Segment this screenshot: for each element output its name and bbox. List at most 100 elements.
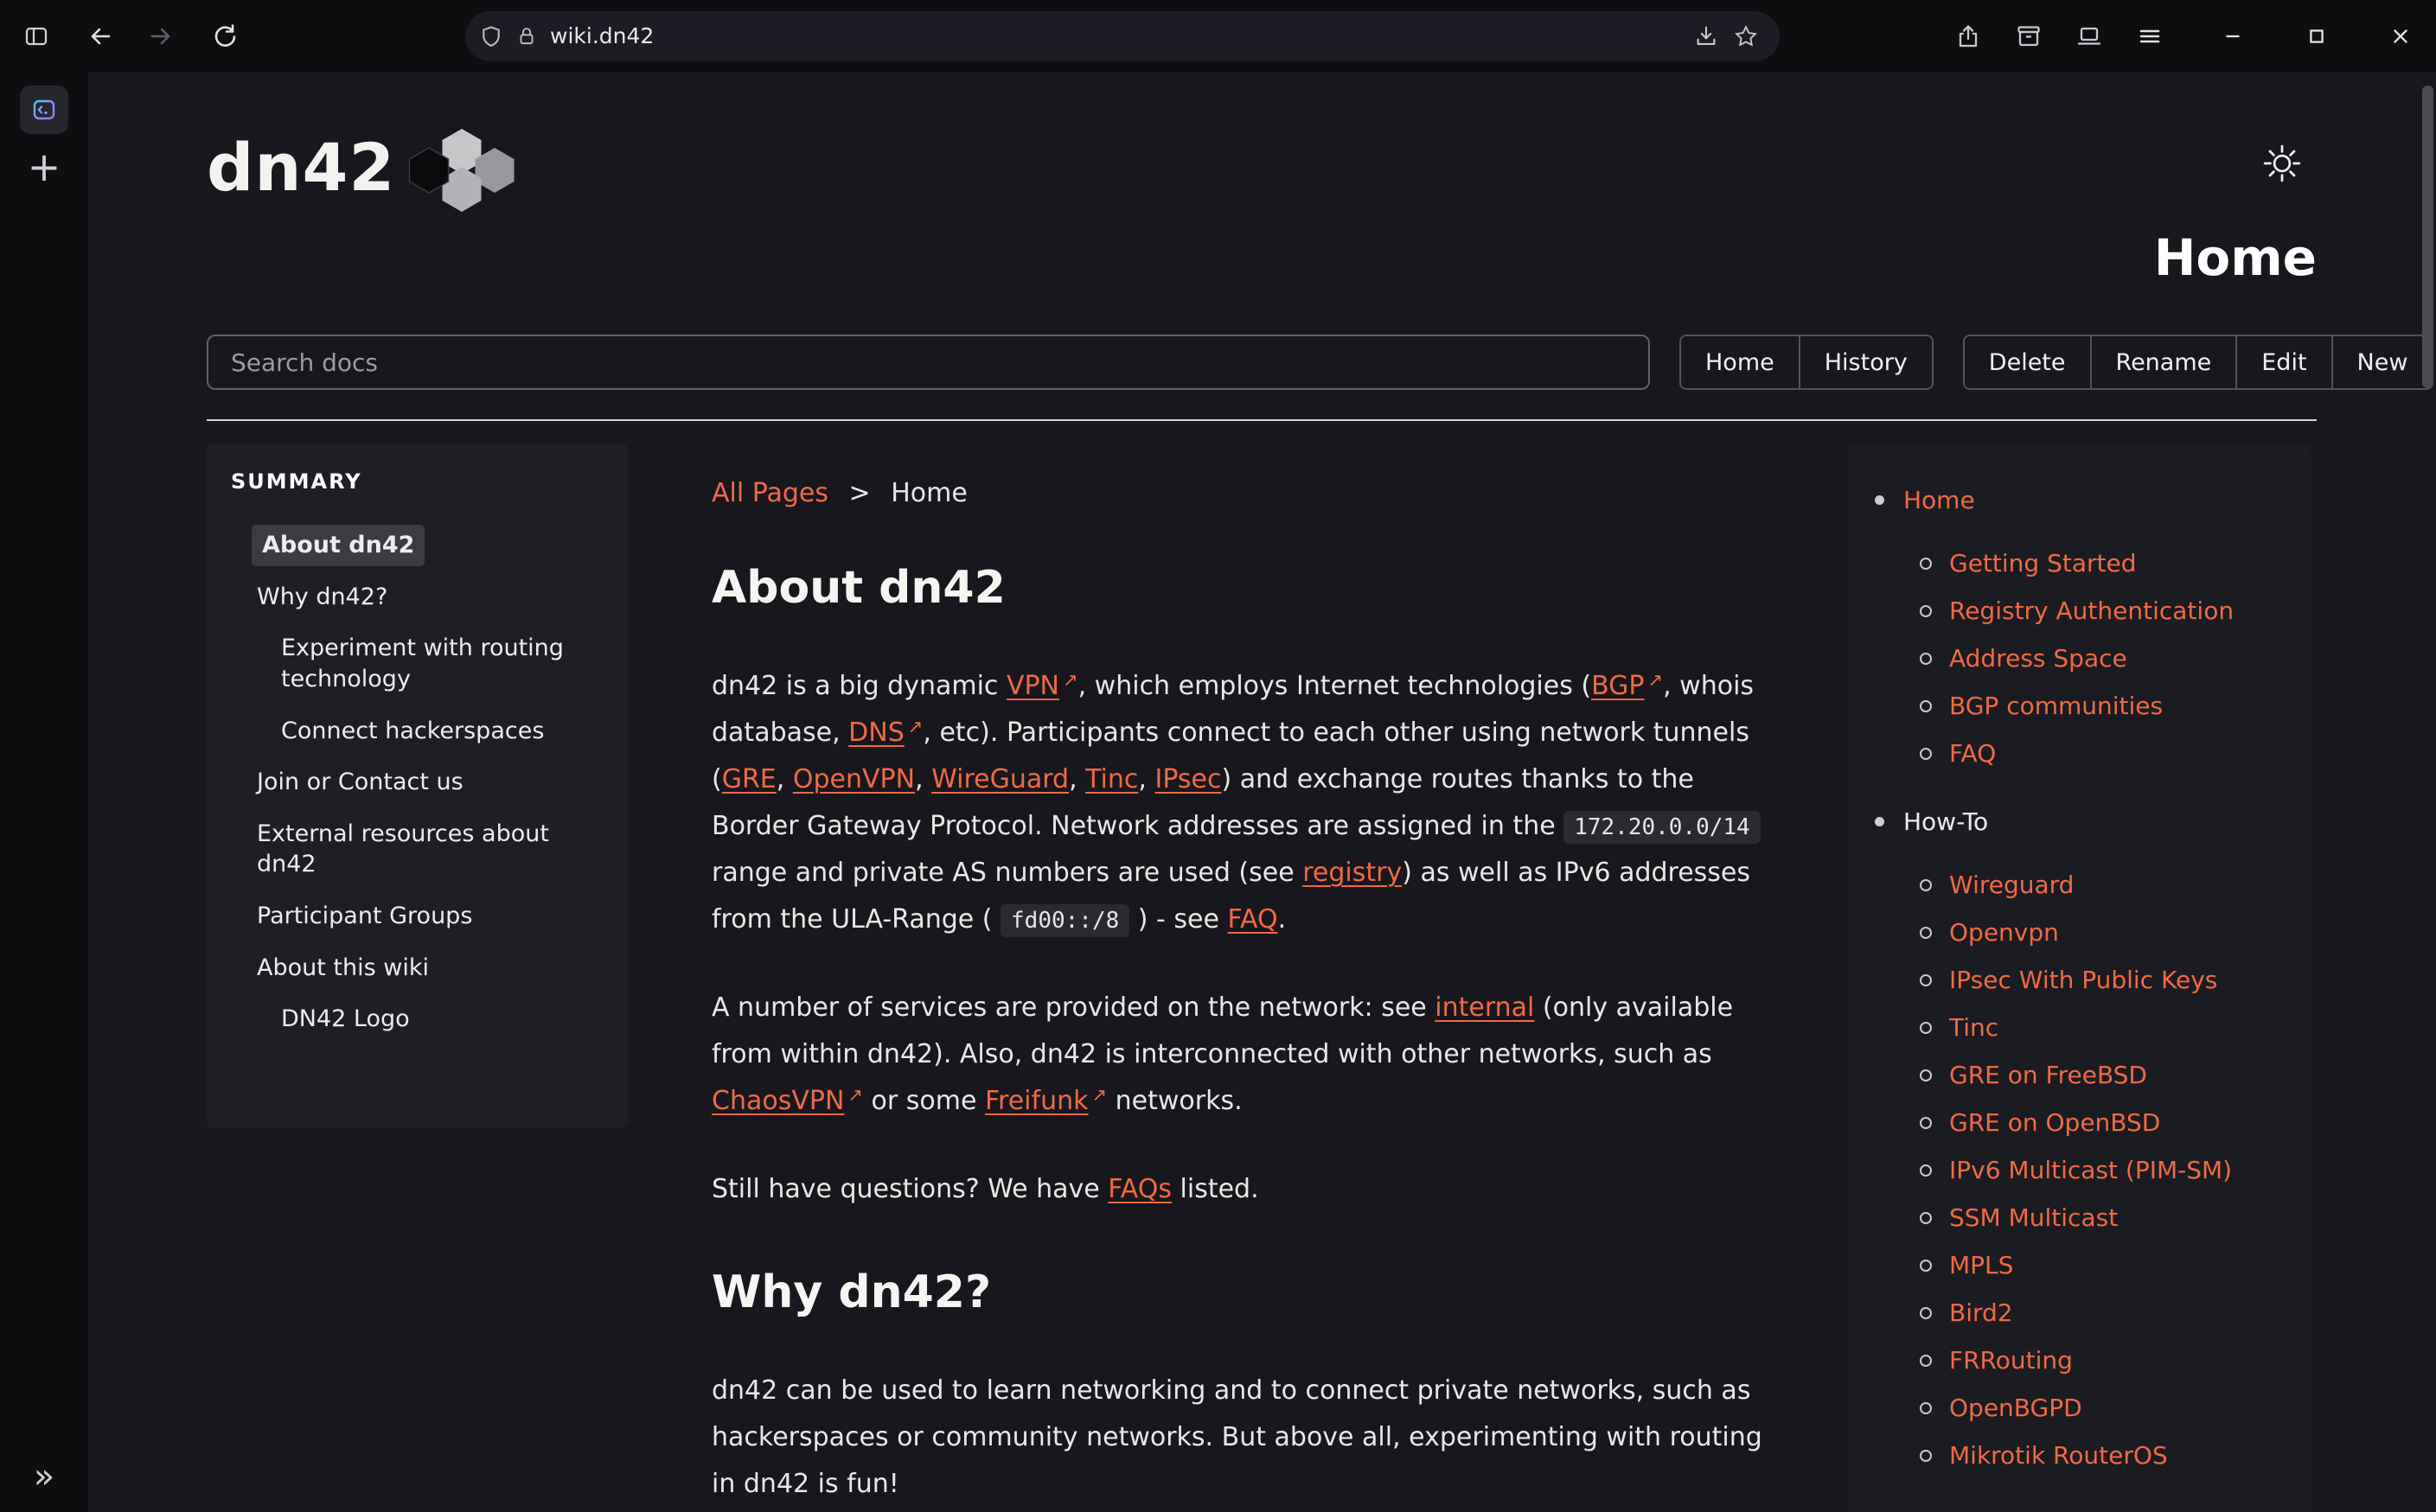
- address-bar[interactable]: wiki.dn42: [465, 11, 1780, 61]
- header-logo[interactable]: dn42: [207, 72, 2317, 220]
- save-page-button[interactable]: [1686, 16, 1726, 56]
- summary-item-dn42-logo[interactable]: DN42 Logo: [281, 1004, 604, 1035]
- right-nav-item-gre-freebsd[interactable]: GRE on FreeBSD: [1949, 1060, 2147, 1090]
- archive-button[interactable]: [2004, 12, 2053, 61]
- page-title: Home: [207, 233, 2317, 283]
- minimize-icon: [2220, 23, 2246, 49]
- reload-button[interactable]: [201, 12, 249, 61]
- lock-icon[interactable]: [515, 25, 538, 48]
- history-button[interactable]: History: [1799, 336, 1932, 388]
- window-controls: [2209, 12, 2425, 61]
- sidebar-toggle-button[interactable]: [12, 12, 61, 61]
- summary-item-why-dn42[interactable]: Why dn42?: [257, 582, 604, 613]
- summary-item-participant-groups[interactable]: Participant Groups: [257, 901, 604, 932]
- inline-link[interactable]: VPN↗: [1007, 671, 1078, 701]
- right-nav-label-how-to: How-To: [1903, 807, 1988, 837]
- summary-item-join-contact[interactable]: Join or Contact us: [257, 767, 604, 798]
- inline-link[interactable]: FAQs: [1108, 1174, 1172, 1204]
- share-button[interactable]: [1944, 12, 1992, 61]
- sidebar-toggle-icon: [22, 22, 50, 50]
- inline-link[interactable]: OpenVPN: [793, 764, 915, 794]
- bullet-ring-icon: [1920, 1450, 1932, 1462]
- article: All Pages > Home About dn42 dn42 is a bi…: [712, 443, 1763, 1508]
- summary-item-experiment-routing[interactable]: Experiment with routing technology: [281, 633, 604, 694]
- inline-link[interactable]: BGP↗: [1591, 671, 1663, 701]
- bullet-ring-icon: [1920, 1164, 1932, 1177]
- right-nav-item-registry-authentication[interactable]: Registry Authentication: [1949, 596, 2234, 626]
- forward-button[interactable]: [137, 12, 185, 61]
- right-nav-item-ipv6-multicast[interactable]: IPv6 Multicast (PIM-SM): [1949, 1155, 2232, 1185]
- header-divider: [207, 419, 2317, 421]
- hamburger-menu-icon: [2136, 22, 2164, 50]
- logo-hexagons-icon: [397, 125, 527, 220]
- download-icon: [1693, 23, 1719, 49]
- action-button-group: Delete Rename Edit New: [1963, 335, 2434, 390]
- right-nav-item-frrouting[interactable]: FRRouting: [1949, 1345, 2073, 1375]
- inline-link[interactable]: WireGuard: [931, 764, 1069, 794]
- scrollbar-thumb[interactable]: [2422, 86, 2433, 388]
- inline-link[interactable]: IPsec: [1154, 764, 1221, 794]
- vertical-toolbar: + »: [0, 72, 88, 1512]
- right-nav-item-openvpn[interactable]: Openvpn: [1949, 917, 2059, 947]
- bookmark-button[interactable]: [1726, 16, 1766, 56]
- inline-link[interactable]: FAQ: [1227, 904, 1277, 935]
- maximize-button[interactable]: [2292, 12, 2341, 61]
- external-link-icon: ↗: [1648, 665, 1664, 698]
- delete-button[interactable]: Delete: [1965, 336, 2090, 388]
- right-nav-item-wireguard[interactable]: Wireguard: [1949, 870, 2074, 900]
- share-icon: [1954, 22, 1982, 50]
- paragraph-about-2: A number of services are provided on the…: [712, 985, 1763, 1125]
- nav-button-group: Home History: [1679, 335, 1934, 390]
- external-link-icon: ↗: [908, 711, 924, 744]
- theme-toggle-button[interactable]: [2258, 139, 2306, 188]
- inline-link[interactable]: Freifunk↗: [985, 1086, 1107, 1116]
- bullet-ring-icon: [1920, 558, 1932, 570]
- inline-link[interactable]: Tinc: [1085, 764, 1138, 794]
- rename-button[interactable]: Rename: [2090, 336, 2236, 388]
- right-nav-item-address-space[interactable]: Address Space: [1949, 643, 2127, 673]
- inline-link[interactable]: internal: [1435, 992, 1534, 1023]
- home-button[interactable]: Home: [1681, 336, 1799, 388]
- inline-link[interactable]: ChaosVPN↗: [712, 1086, 863, 1116]
- minimize-button[interactable]: [2209, 12, 2257, 61]
- new-tab-button[interactable]: +: [20, 143, 68, 191]
- right-nav-item-ssm-multicast[interactable]: SSM Multicast: [1949, 1203, 2118, 1233]
- bullet-ring-icon: [1920, 748, 1932, 760]
- summary-item-about-wiki[interactable]: About this wiki: [257, 953, 604, 984]
- right-nav-item-openbgpd[interactable]: OpenBGPD: [1949, 1393, 2082, 1423]
- search-input[interactable]: [207, 335, 1650, 390]
- back-button[interactable]: [76, 12, 125, 61]
- right-nav-item-faq[interactable]: FAQ: [1949, 738, 1996, 769]
- shield-icon[interactable]: [479, 24, 503, 48]
- inline-link[interactable]: DNS↗: [848, 718, 923, 748]
- external-link-icon: ↗: [847, 1080, 863, 1113]
- right-nav-item-bird2[interactable]: Bird2: [1949, 1298, 2013, 1328]
- summary-panel: SUMMARY About dn42 Why dn42? Experiment …: [207, 443, 628, 1128]
- summary-item-about-dn42[interactable]: About dn42: [252, 525, 425, 566]
- inline-link[interactable]: GRE: [722, 764, 777, 794]
- address-text: wiki.dn42: [550, 23, 1686, 48]
- devices-button[interactable]: [2065, 12, 2113, 61]
- inline-link[interactable]: registry: [1302, 858, 1402, 888]
- bullet-ring-icon: [1920, 1069, 1932, 1081]
- right-nav-item-mpls[interactable]: MPLS: [1949, 1250, 2013, 1280]
- right-nav-item-bgp-communities[interactable]: BGP communities: [1949, 691, 2163, 721]
- new-button[interactable]: New: [2331, 336, 2433, 388]
- summary-item-connect-hackerspaces[interactable]: Connect hackerspaces: [281, 716, 604, 747]
- close-button[interactable]: [2376, 12, 2425, 61]
- summary-item-external-resources[interactable]: External resources about dn42: [257, 819, 604, 880]
- right-nav-item-home[interactable]: Home: [1903, 485, 1975, 515]
- ai-sidebar-button[interactable]: [20, 86, 68, 134]
- ai-chatbot-icon: [30, 96, 58, 124]
- right-nav-item-gre-openbsd[interactable]: GRE on OpenBSD: [1949, 1107, 2160, 1138]
- right-nav-item-ipsec-public-keys[interactable]: IPsec With Public Keys: [1949, 965, 2217, 995]
- right-nav-item-tinc[interactable]: Tinc: [1949, 1012, 1998, 1043]
- paragraph-about-3: Still have questions? We have FAQs liste…: [712, 1166, 1763, 1213]
- right-nav-item-getting-started[interactable]: Getting Started: [1949, 548, 2136, 578]
- menu-button[interactable]: [2126, 12, 2174, 61]
- edit-button[interactable]: Edit: [2235, 336, 2331, 388]
- expand-sidebar-button[interactable]: »: [0, 1457, 88, 1496]
- inline-code: fd00::/8: [1001, 904, 1129, 937]
- breadcrumb-all-pages[interactable]: All Pages: [712, 478, 828, 508]
- right-nav-item-mikrotik-routeros[interactable]: Mikrotik RouterOS: [1949, 1440, 2168, 1471]
